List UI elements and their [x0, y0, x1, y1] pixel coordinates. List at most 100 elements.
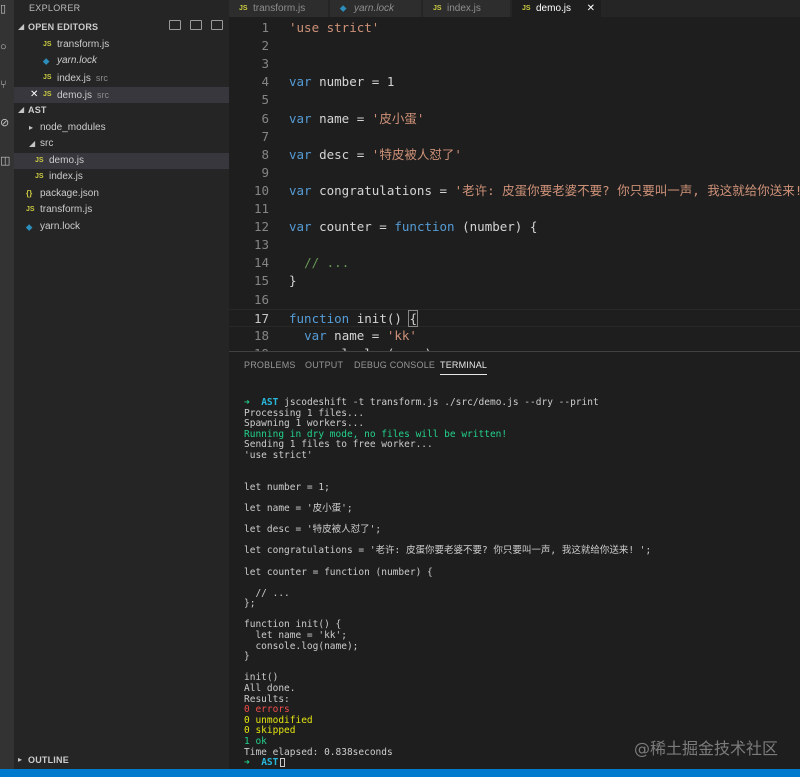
watermark: @稀土掘金技术社区 — [633, 739, 778, 758]
tree-item-index-js[interactable]: JS index.js — [14, 169, 229, 185]
code-token: var — [289, 74, 312, 90]
open-editor-item[interactable]: JS transform.js — [14, 37, 229, 53]
terminal-line: let desc = '特皮被人怼了'; — [244, 524, 382, 536]
code-line[interactable]: 4 var number = 1 — [229, 73, 800, 91]
tab-debug-console[interactable]: DEBUG CONSOLE — [354, 360, 435, 370]
tab-label: yarn.lock — [354, 3, 395, 14]
tab-index-js[interactable]: JS index.js — [423, 0, 511, 17]
debug-icon[interactable]: ⊘ — [0, 116, 14, 130]
code-token: desc = — [311, 146, 372, 162]
terminal-line: 0 unmodified — [244, 714, 313, 726]
folder-header[interactable]: ◢ AST — [14, 103, 229, 119]
tab-demo-js[interactable]: JS demo.js ✕ — [512, 0, 602, 17]
line-code: var name = 'kk' — [289, 327, 417, 345]
line-number: 8 — [261, 146, 269, 162]
chevron-down-icon: ◢ — [18, 22, 25, 31]
open-editor-item[interactable]: JS index.js src — [14, 70, 229, 86]
js-file-icon: JS — [35, 157, 44, 164]
code-token: var — [289, 182, 312, 198]
tab-transform-js[interactable]: JS transform.js — [229, 0, 329, 17]
code-token: function — [394, 219, 455, 235]
code-line[interactable]: 9 — [229, 164, 800, 182]
close-icon[interactable]: ✕ — [30, 87, 38, 103]
code-line[interactable]: 6 var name = '皮小蛋' — [229, 110, 800, 128]
code-line[interactable]: 17 function init() { — [229, 308, 800, 327]
code-line[interactable]: 14 // ... — [229, 254, 800, 272]
open-editors-actions — [160, 20, 223, 36]
prompt-directory: AST — [261, 397, 279, 408]
code-line[interactable]: 2 — [229, 37, 800, 55]
source-control-icon[interactable]: ⑂ — [0, 78, 14, 92]
js-file-icon: JS — [43, 74, 52, 81]
open-editor-item-active[interactable]: ✕ JS demo.js src — [14, 87, 229, 103]
yarn-icon: ⬥ — [43, 56, 50, 66]
terminal-line: }; — [244, 598, 256, 610]
chevron-down-icon: ◢ — [18, 105, 25, 114]
code-token: (number) { — [454, 219, 538, 235]
explorer-icon[interactable]: ▯ — [0, 2, 14, 16]
code-line[interactable]: 5 — [229, 91, 800, 109]
code-line[interactable]: 13 — [229, 236, 800, 254]
tab-label: demo.js — [536, 3, 572, 14]
code-line[interactable]: 7 — [229, 128, 800, 146]
code-token: 'kk' — [386, 327, 417, 343]
code-line[interactable]: 11 — [229, 200, 800, 218]
terminal-line: init() — [244, 672, 279, 684]
tree-item-transform-js[interactable]: JS transform.js — [14, 202, 229, 218]
line-number: 16 — [253, 291, 269, 307]
tree-item-yarn-lock[interactable]: ⬥ yarn.lock — [14, 219, 229, 235]
code-line[interactable]: 18 var name = 'kk' — [229, 327, 800, 345]
explorer-title: EXPLORER — [29, 3, 81, 13]
line-number: 15 — [253, 273, 269, 289]
close-icon[interactable]: ✕ — [587, 1, 595, 16]
line-number: 17 — [253, 310, 269, 326]
tree-item-demo-js[interactable]: JS demo.js — [14, 153, 229, 169]
tree-item-package-json[interactable]: {} package.json — [14, 186, 229, 202]
line-number: 12 — [253, 219, 269, 235]
code-token: var — [289, 110, 312, 126]
terminal-output[interactable]: ➜ AST jscodeshift -t transform.js ./src/… — [244, 397, 794, 769]
code-editor[interactable]: 1 'use strict' 2 3 4 var number = 1 5 6 var name… — [229, 17, 800, 351]
code-line[interactable]: 8 var desc = '特皮被人怼了' — [229, 146, 800, 164]
prompt-arrow: ➜ — [244, 757, 250, 769]
code-token: '皮小蛋' — [371, 110, 425, 126]
line-number: 6 — [261, 110, 269, 126]
terminal-line: let number = 1; — [244, 481, 330, 493]
line-number: 9 — [261, 164, 269, 180]
close-all-icon[interactable] — [211, 20, 223, 31]
terminal-prompt-line[interactable]: ➜ AST — [244, 757, 794, 769]
tab-problems[interactable]: PROBLEMS — [244, 360, 296, 370]
search-icon[interactable]: ○ — [0, 40, 14, 54]
terminal-command: jscodeshift -t transform.js ./src/demo.j… — [284, 397, 599, 408]
tree-item-src[interactable]: ◢ src — [14, 136, 229, 152]
tree-item-node-modules[interactable]: ▸ node_modules — [14, 120, 229, 136]
code-token: init() — [349, 310, 410, 326]
code-line[interactable]: 1 'use strict' — [229, 19, 800, 37]
open-editor-item[interactable]: ⬥ yarn.lock — [14, 53, 229, 69]
line-code: // ... — [289, 254, 349, 272]
code-line[interactable]: 15} — [229, 272, 800, 290]
tab-output[interactable]: OUTPUT — [305, 360, 343, 370]
extensions-icon[interactable]: ◫ — [0, 154, 14, 168]
tab-terminal[interactable]: TERMINAL — [440, 360, 488, 375]
sidebar: EXPLORER ◢ OPEN EDITORS JS transform.js … — [14, 0, 229, 769]
save-all-icon[interactable] — [169, 20, 181, 31]
code-token: 'use strict' — [289, 20, 380, 35]
code-token: var — [289, 219, 312, 235]
code-line[interactable]: 3 — [229, 55, 800, 73]
line-code: var desc = '特皮被人怼了' — [289, 146, 462, 164]
code-token: '特皮被人怼了' — [371, 146, 462, 162]
split-editor-icon[interactable] — [190, 20, 202, 31]
code-line[interactable]: 16 — [229, 291, 800, 309]
tree-item-label: transform.js — [40, 204, 93, 215]
code-line[interactable]: 12 var counter = function (number) { — [229, 218, 800, 236]
line-number: 13 — [253, 237, 269, 253]
terminal-line: Results: — [244, 693, 290, 705]
terminal-line: let counter = function (number) { — [244, 566, 433, 578]
outline-header[interactable]: ▸ OUTLINE — [14, 753, 229, 769]
code-line[interactable]: 10 var congratulations = '老许: 皮蛋你要老婆不要? 你… — [229, 182, 800, 200]
code-token: number = 1 — [311, 74, 395, 90]
tab-yarn-lock[interactable]: ⬥ yarn.lock — [330, 0, 422, 17]
chevron-right-icon: ▸ — [29, 123, 34, 132]
